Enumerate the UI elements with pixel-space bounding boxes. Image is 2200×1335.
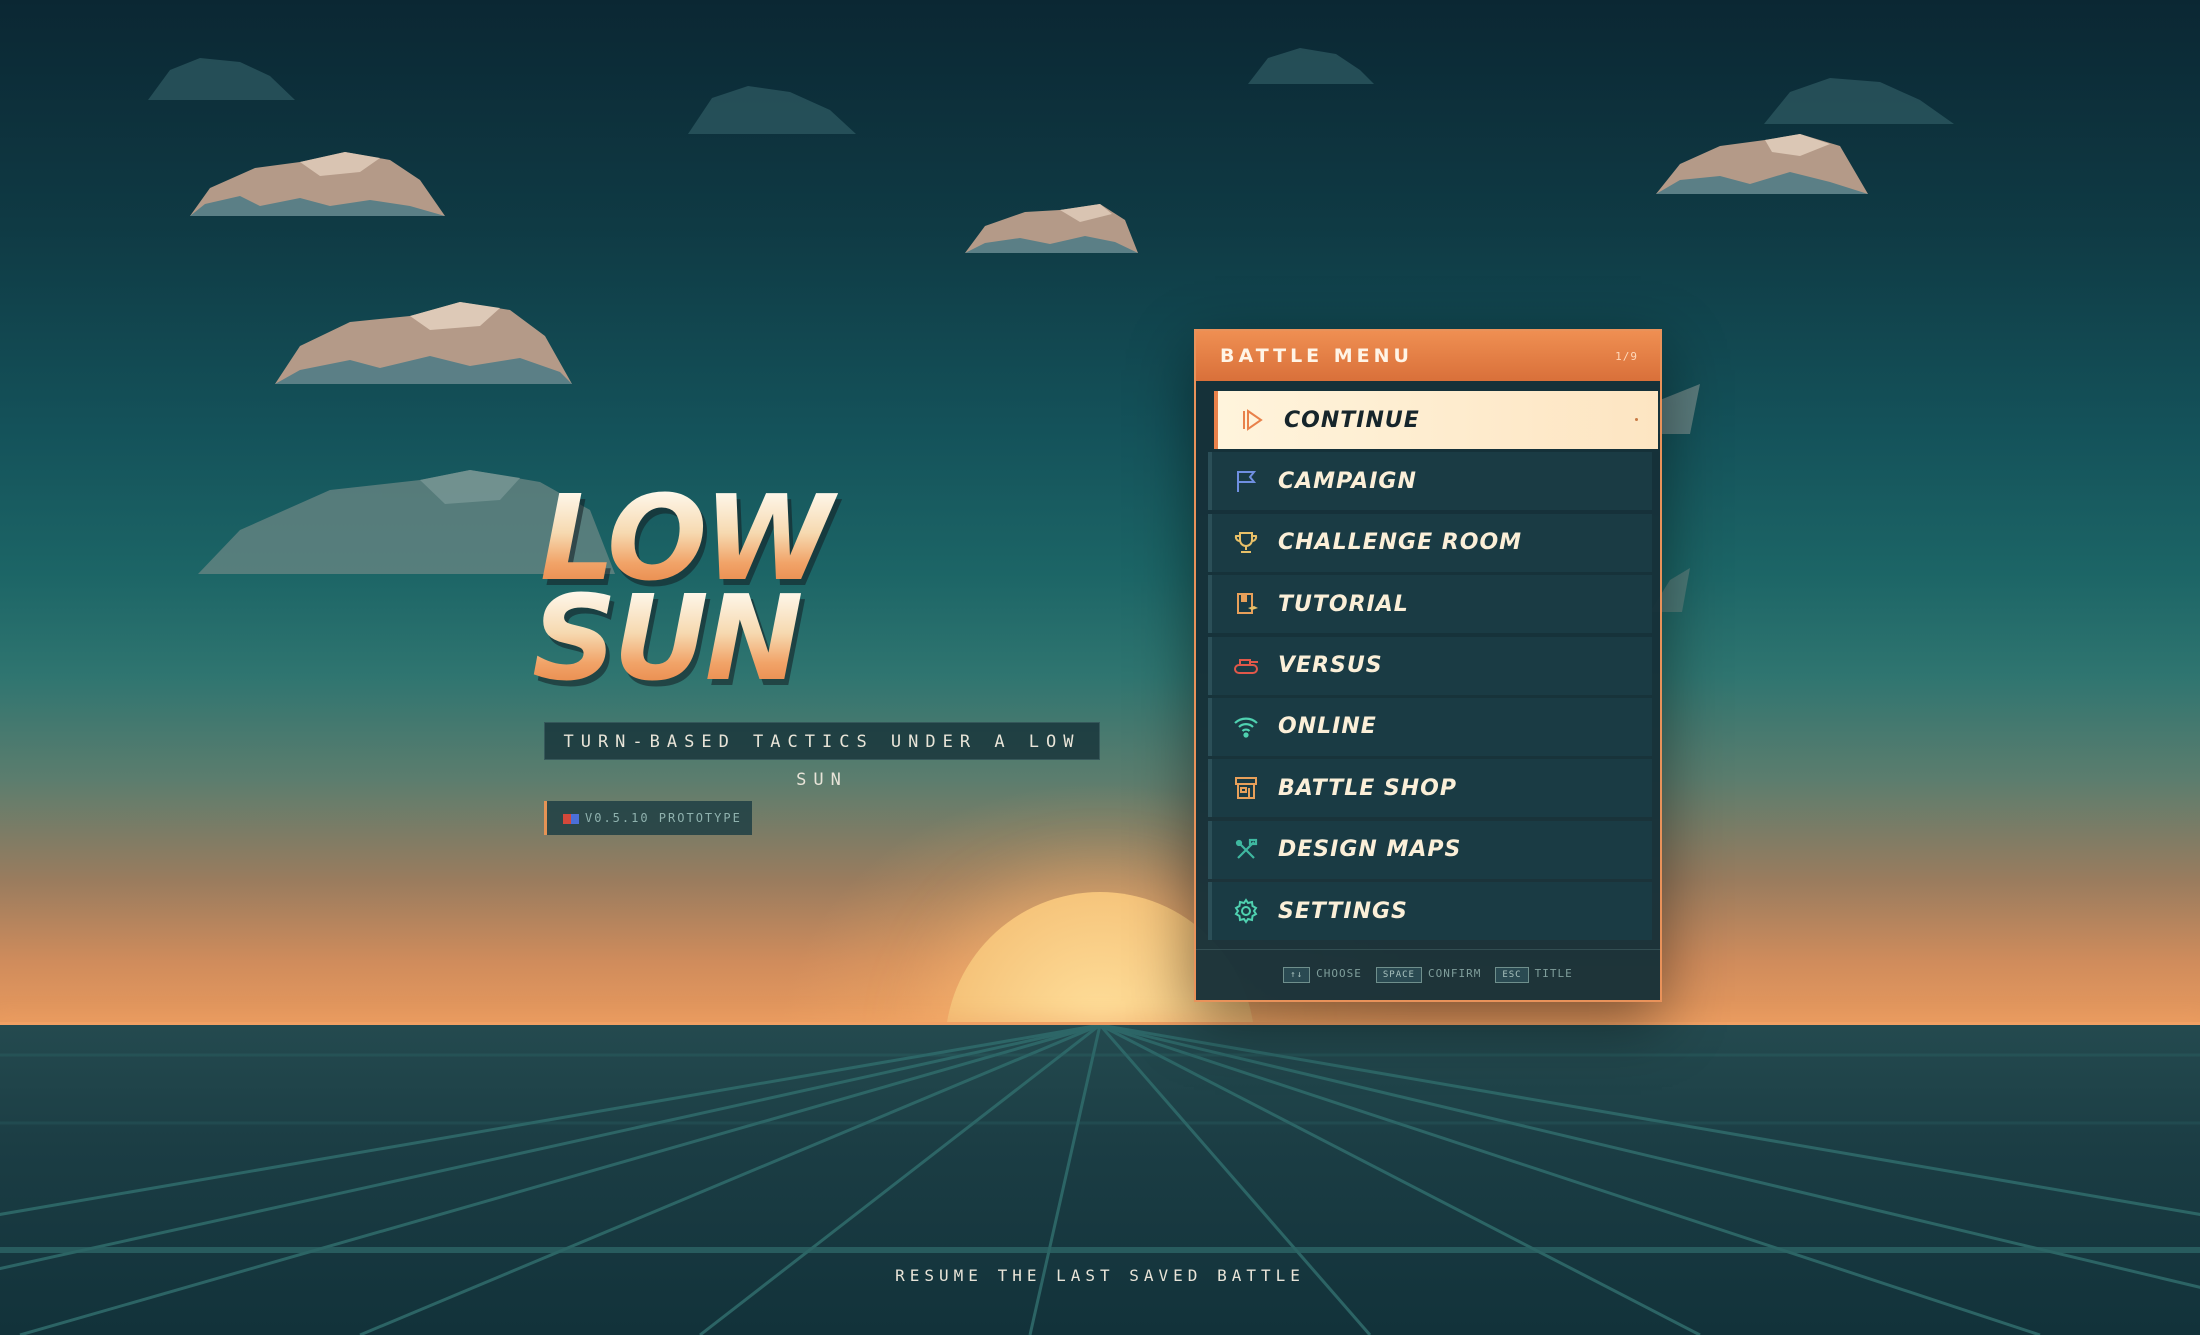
menu-item-label: SETTINGS: [1278, 898, 1408, 924]
menu-item-continue[interactable]: CONTINUE: [1214, 391, 1658, 449]
menu-position: 1/9: [1615, 349, 1638, 363]
menu-title: BATTLE MENU: [1220, 345, 1413, 367]
game-logo: LOW SUN: [532, 479, 900, 697]
trophy-icon: [1232, 529, 1260, 557]
shop-icon: [1232, 774, 1260, 802]
logo-line-2: SUN: [532, 579, 900, 697]
choose-hint: ↑↓ CHOOSE: [1283, 967, 1362, 983]
game-scene: [0, 0, 2200, 1335]
tagline: TURN-BASED TACTICS UNDER A LOW SUN: [544, 722, 1100, 790]
book-icon: [1232, 590, 1260, 618]
title-hint: ESC TITLE: [1495, 967, 1572, 983]
menu-item-label: VERSUS: [1278, 653, 1383, 679]
menu-item-label: TUTORIAL: [1278, 591, 1409, 617]
menu-header: BATTLE MENU 1/9: [1196, 331, 1660, 381]
selection-dot: [1635, 418, 1638, 421]
menu-item-campaign[interactable]: CAMPAIGN: [1208, 452, 1652, 511]
menu-item-label: CHALLENGE ROOM: [1278, 530, 1523, 556]
flag-icon: [563, 813, 579, 824]
version-label: V0.5.10 PROTOTYPE: [585, 811, 742, 825]
menu-item-label: CAMPAIGN: [1278, 468, 1417, 494]
tank-icon: [1232, 652, 1260, 680]
menu-item-versus[interactable]: VERSUS: [1208, 636, 1652, 695]
selection-description: RESUME THE LAST SAVED BATTLE: [895, 1266, 1305, 1285]
wifi-icon: [1232, 713, 1260, 741]
arrow-keys-icon: ↑↓: [1283, 967, 1311, 983]
grid-ground: [0, 1025, 2200, 1335]
menu-item-battle-shop[interactable]: BATTLE SHOP: [1208, 759, 1652, 818]
menu-footer: ↑↓ CHOOSE SPACE CONFIRM ESC TITLE: [1196, 949, 1660, 1000]
version-badge: V0.5.10 PROTOTYPE: [544, 801, 752, 835]
menu-item-tutorial[interactable]: TUTORIAL: [1208, 575, 1652, 634]
confirm-hint: SPACE CONFIRM: [1375, 967, 1481, 983]
flag-icon: [1232, 467, 1260, 495]
play-icon: [1238, 406, 1266, 434]
battle-menu: BATTLE MENU 1/9 CONTINUE CAMPAIGN CHALLE…: [1194, 329, 1662, 1002]
menu-item-challenge-room[interactable]: CHALLENGE ROOM: [1208, 513, 1652, 572]
menu-item-label: CONTINUE: [1284, 407, 1420, 433]
menu-item-settings[interactable]: SETTINGS: [1208, 882, 1652, 941]
menu-item-design-maps[interactable]: DESIGN MAPS: [1208, 820, 1652, 879]
menu-item-label: DESIGN MAPS: [1278, 837, 1462, 863]
menu-item-label: BATTLE SHOP: [1278, 775, 1457, 801]
esc-key-icon: ESC: [1495, 967, 1529, 983]
menu-list: CONTINUE CAMPAIGN CHALLENGE ROOM TUTORIA…: [1196, 381, 1660, 941]
menu-item-online[interactable]: ONLINE: [1208, 697, 1652, 756]
tools-icon: [1232, 836, 1260, 864]
menu-item-label: ONLINE: [1278, 714, 1377, 740]
space-key-icon: SPACE: [1375, 967, 1422, 983]
gear-icon: [1232, 897, 1260, 925]
